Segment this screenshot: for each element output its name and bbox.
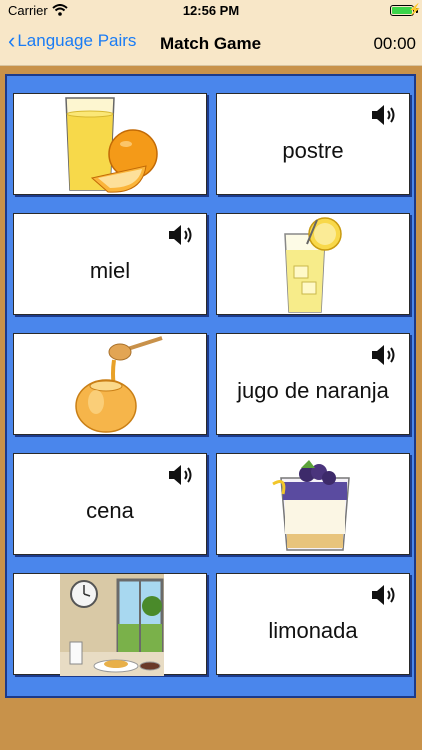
- speaker-icon[interactable]: [371, 584, 397, 606]
- speaker-icon[interactable]: [168, 224, 194, 246]
- card-dinner-image[interactable]: [13, 573, 207, 676]
- back-button[interactable]: ‹ Language Pairs: [8, 30, 136, 52]
- card-word: cena: [86, 498, 134, 523]
- speaker-icon[interactable]: [371, 344, 397, 366]
- card-honey-image[interactable]: [13, 333, 207, 435]
- timer: 00:00: [373, 34, 416, 53]
- card-postre[interactable]: postre: [216, 93, 410, 195]
- chevron-left-icon: ‹: [8, 28, 16, 53]
- card-miel[interactable]: miel: [13, 213, 207, 315]
- card-limonada[interactable]: limonada: [216, 573, 410, 675]
- status-time: 12:56 PM: [182, 3, 240, 18]
- card-word: jugo de naranja: [237, 378, 389, 403]
- honey-icon: [75, 336, 163, 433]
- page-title: Match Game: [160, 34, 262, 53]
- charging-icon: ⚡: [408, 4, 422, 16]
- card-word: miel: [89, 258, 131, 283]
- card-lemonade-image[interactable]: [216, 213, 410, 315]
- game-board: postre miel jugo de naranja cena limonad…: [5, 74, 416, 698]
- card-orange-juice-image[interactable]: [13, 93, 207, 195]
- card-word: postre: [282, 138, 344, 163]
- dinner-scene-icon: [60, 574, 164, 676]
- dessert-icon: [272, 460, 350, 551]
- card-jugo-de-naranja[interactable]: jugo de naranja: [216, 333, 410, 435]
- card-dessert-image[interactable]: [216, 453, 410, 555]
- nav-bar: ‹ Language Pairs Match Game 00:00: [0, 22, 422, 66]
- speaker-icon[interactable]: [371, 104, 397, 126]
- bottom-bar: [0, 700, 422, 750]
- speaker-icon[interactable]: [168, 464, 194, 486]
- card-word: limonada: [268, 618, 358, 643]
- status-bar: Carrier 12:56 PM ⚡: [0, 0, 422, 22]
- card-cena[interactable]: cena: [13, 453, 207, 555]
- orange-juice-icon: [65, 97, 158, 193]
- back-label: Language Pairs: [17, 31, 137, 50]
- lemonade-icon: [284, 217, 342, 313]
